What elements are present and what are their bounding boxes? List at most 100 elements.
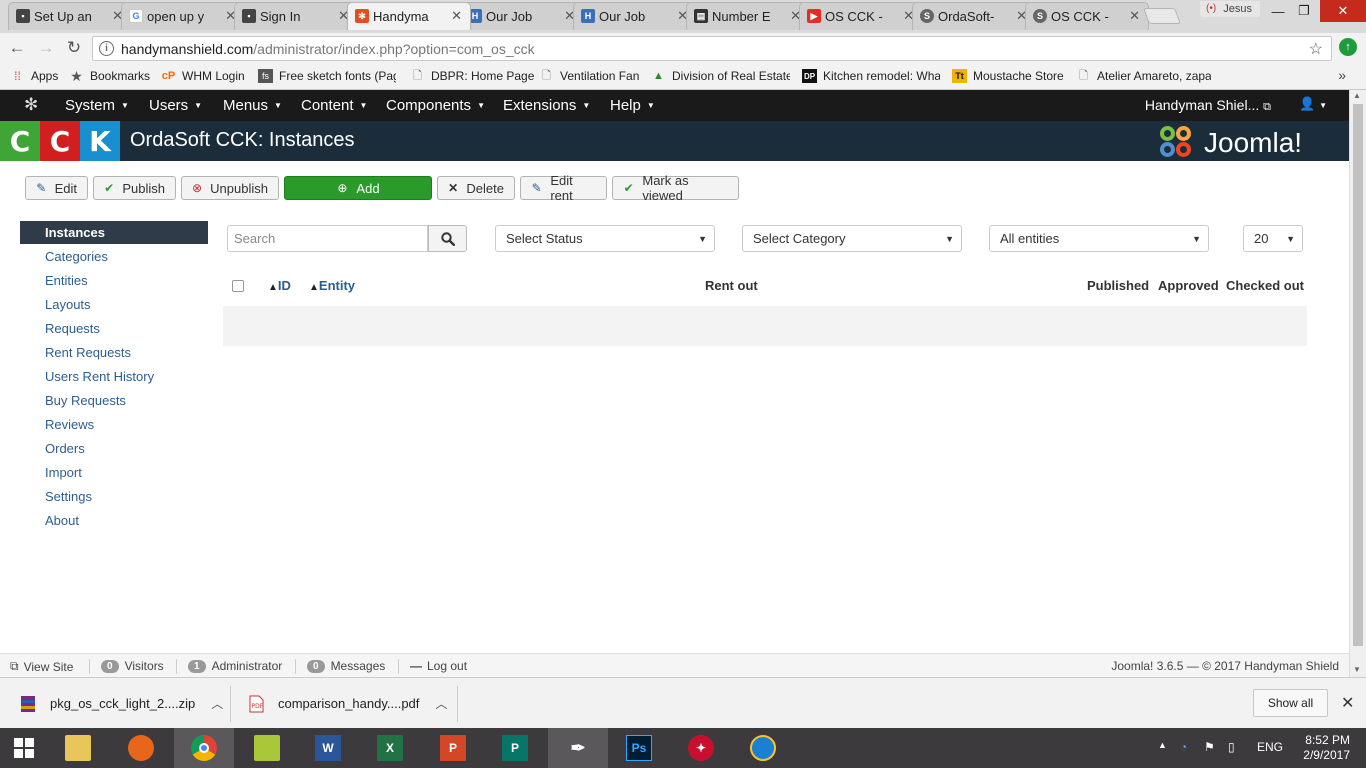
chevron-up-icon[interactable]: ︿ bbox=[211, 695, 223, 712]
browser-tab[interactable]: ▪ Sign In ✕ bbox=[234, 2, 358, 30]
download-item[interactable]: pkg_os_cck_light_2....zip ︿ bbox=[20, 678, 223, 729]
sidebar-item-about[interactable]: About bbox=[20, 509, 208, 532]
taskbar-file-explorer[interactable] bbox=[48, 728, 108, 768]
status-select[interactable]: Select Status ▼ bbox=[495, 225, 715, 252]
view-site-link[interactable]: ⧉ View Site bbox=[10, 659, 73, 674]
browser-tab[interactable]: ▶ OS CCK - ✕ bbox=[799, 2, 923, 30]
scroll-down-icon[interactable]: ▼ bbox=[1353, 665, 1361, 674]
sidebar-item-requests[interactable]: Requests bbox=[20, 317, 208, 340]
menu-extensions[interactable]: Extensions ▼ bbox=[503, 90, 590, 121]
address-bar[interactable]: i handymanshield.com/administrator/index… bbox=[92, 36, 1332, 61]
scrollbar-thumb[interactable] bbox=[1353, 104, 1363, 646]
admin-status[interactable]: 1 Administrator bbox=[188, 659, 282, 673]
visitors-status[interactable]: 0 Visitors bbox=[101, 659, 164, 673]
reload-icon[interactable]: ↻ bbox=[63, 37, 85, 59]
bookmark-dbpr[interactable]: 🗋 DBPR: Home Page bbox=[410, 67, 534, 85]
mark-viewed-button[interactable]: ✔ Mark as viewed bbox=[612, 173, 739, 203]
add-button[interactable]: ⊕ Add bbox=[284, 176, 432, 200]
bookmark-ventilation[interactable]: 🗋 Ventilation Fan bbox=[539, 67, 639, 85]
close-icon[interactable]: ✕ bbox=[1129, 8, 1140, 24]
edit-rent-button[interactable]: ✎ Edit rent bbox=[520, 173, 607, 203]
tray-expand-icon[interactable]: ▲ bbox=[1158, 740, 1167, 750]
column-id[interactable]: ▲ID bbox=[268, 278, 291, 293]
menu-components[interactable]: Components ▼ bbox=[386, 90, 485, 121]
taskbar-photoshop[interactable]: Ps bbox=[609, 728, 669, 768]
browser-tab-active[interactable]: ✻ Handyma ✕ bbox=[347, 2, 471, 30]
browser-tab[interactable]: H Our Job ✕ bbox=[573, 2, 697, 30]
taskbar-clock[interactable]: 8:52 PM 2/9/2017 bbox=[1290, 733, 1350, 763]
taskbar-excel[interactable]: X bbox=[360, 728, 420, 768]
bookmark-atelier[interactable]: 🗋 Atelier Amareto, zapa bbox=[1076, 67, 1211, 85]
column-entity[interactable]: ▲Entity bbox=[309, 278, 355, 293]
taskbar-chrome[interactable] bbox=[174, 728, 234, 768]
browser-tab[interactable]: S OrdaSoft- ✕ bbox=[912, 2, 1036, 30]
delete-button[interactable]: ✕ Delete bbox=[437, 176, 515, 200]
sidebar-item-buy-requests[interactable]: Buy Requests bbox=[20, 389, 208, 412]
taskbar-firefox[interactable] bbox=[111, 728, 171, 768]
bookmark-kitchen[interactable]: DP Kitchen remodel: Wha bbox=[802, 67, 940, 85]
browser-tab[interactable]: G open up y ✕ bbox=[121, 2, 245, 30]
sidebar-item-instances[interactable]: Instances bbox=[20, 221, 208, 244]
category-select[interactable]: Select Category ▼ bbox=[742, 225, 962, 252]
taskbar-word[interactable]: W bbox=[298, 728, 358, 768]
select-all-checkbox[interactable] bbox=[232, 280, 244, 292]
download-item[interactable]: PDF comparison_handy....pdf ︿ bbox=[248, 678, 447, 729]
tray-app-icon[interactable]: ◔ bbox=[1180, 740, 1187, 754]
bookmark-apps[interactable]: ⁞⁞ Apps bbox=[10, 67, 58, 85]
back-arrow-icon[interactable]: ← bbox=[6, 37, 28, 59]
sidebar-item-rent-requests[interactable]: Rent Requests bbox=[20, 341, 208, 364]
edit-button[interactable]: ✎ Edit bbox=[25, 176, 88, 200]
language-indicator[interactable]: ENG bbox=[1257, 740, 1283, 754]
browser-tab[interactable]: ▤ Number E ✕ bbox=[686, 2, 810, 30]
menu-menus[interactable]: Menus ▼ bbox=[223, 90, 282, 121]
bookmark-moustache[interactable]: Tt Moustache Store bbox=[952, 67, 1064, 85]
window-close-button[interactable]: ✕ bbox=[1320, 0, 1366, 22]
search-input[interactable] bbox=[227, 225, 428, 252]
bookmark-bookmarks[interactable]: ★ Bookmarks bbox=[69, 67, 150, 85]
sidebar-item-categories[interactable]: Categories bbox=[20, 245, 208, 268]
logout-link[interactable]: — Log out bbox=[410, 659, 467, 673]
profile-button[interactable]: (•) Jesus bbox=[1200, 1, 1260, 17]
info-icon[interactable]: i bbox=[99, 41, 114, 56]
browser-tab[interactable]: H Our Job ✕ bbox=[460, 2, 584, 30]
start-button[interactable] bbox=[0, 728, 48, 768]
close-icon[interactable]: ✕ bbox=[1341, 693, 1354, 713]
browser-tab[interactable]: S OS CCK - ✕ bbox=[1025, 2, 1149, 30]
bookmark-whm[interactable]: cP WHM Login bbox=[161, 67, 245, 85]
sidebar-item-import[interactable]: Import bbox=[20, 461, 208, 484]
sidebar-item-reviews[interactable]: Reviews bbox=[20, 413, 208, 436]
forward-arrow-icon[interactable]: → bbox=[35, 37, 57, 59]
publish-button[interactable]: ✔ Publish bbox=[93, 176, 176, 200]
taskbar-security-app[interactable]: ✦ bbox=[671, 728, 731, 768]
taskbar-publisher[interactable]: P bbox=[485, 728, 545, 768]
scroll-up-icon[interactable]: ▲ bbox=[1353, 91, 1361, 100]
sidebar-item-orders[interactable]: Orders bbox=[20, 437, 208, 460]
network-icon[interactable]: ▯ bbox=[1228, 740, 1235, 754]
taskbar-powerpoint[interactable]: P bbox=[423, 728, 483, 768]
limit-select[interactable]: 20 ▼ bbox=[1243, 225, 1303, 252]
joomla-icon[interactable]: ✻ bbox=[24, 95, 38, 115]
sidebar-item-entities[interactable]: Entities bbox=[20, 269, 208, 292]
menu-users[interactable]: Users ▼ bbox=[149, 90, 202, 121]
menu-content[interactable]: Content ▼ bbox=[301, 90, 367, 121]
taskbar-cortana-app[interactable] bbox=[733, 728, 793, 768]
extension-icon[interactable]: ↑ bbox=[1339, 38, 1357, 56]
flag-icon[interactable]: ⚑ bbox=[1204, 740, 1215, 754]
sidebar-item-layouts[interactable]: Layouts bbox=[20, 293, 208, 316]
menu-system[interactable]: System ▼ bbox=[65, 90, 129, 121]
site-link[interactable]: Handyman Shiel... ⧉ bbox=[1145, 97, 1271, 114]
chevron-up-icon[interactable]: ︿ bbox=[435, 695, 447, 712]
star-icon[interactable]: ☆ bbox=[1309, 39, 1323, 59]
taskbar-paint-app[interactable]: ✒ bbox=[548, 728, 608, 768]
search-button[interactable] bbox=[428, 225, 467, 252]
bookmark-real-estate[interactable]: ▲ Division of Real Estate bbox=[651, 67, 790, 85]
page-scrollbar[interactable]: ▲ ▼ bbox=[1349, 90, 1366, 677]
user-menu[interactable]: 👤 ▼ bbox=[1299, 96, 1327, 112]
new-tab-button[interactable] bbox=[1143, 8, 1181, 24]
entities-select[interactable]: All entities ▼ bbox=[989, 225, 1209, 252]
close-icon[interactable]: ✕ bbox=[451, 8, 462, 24]
minimize-button[interactable]: — bbox=[1264, 0, 1292, 22]
menu-help[interactable]: Help ▼ bbox=[610, 90, 655, 121]
sidebar-item-settings[interactable]: Settings bbox=[20, 485, 208, 508]
taskbar-notepad[interactable] bbox=[237, 728, 297, 768]
